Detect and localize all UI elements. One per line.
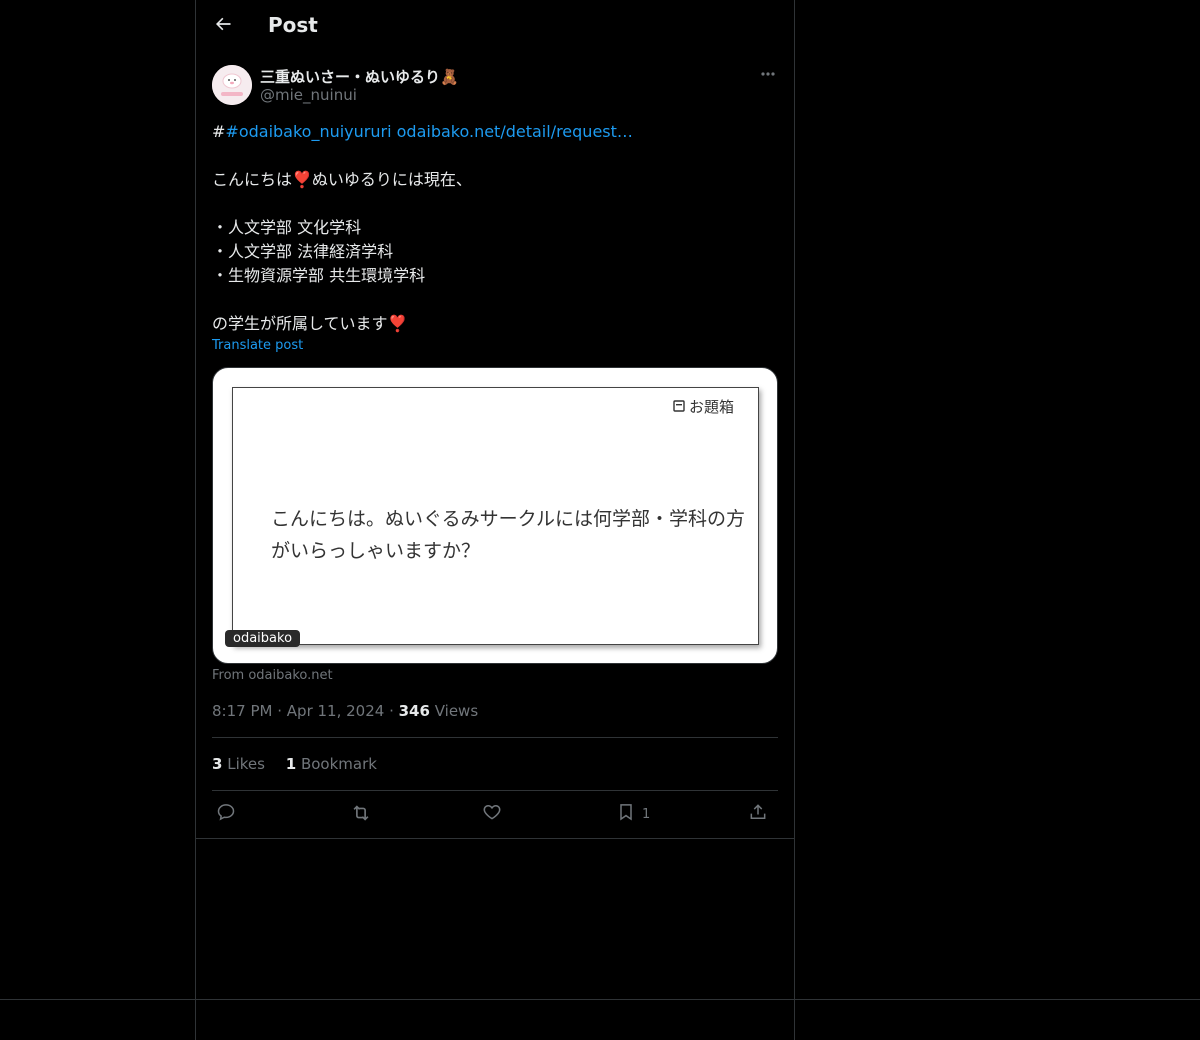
action-bar: 1 [212, 800, 778, 830]
like-button[interactable] [482, 802, 502, 826]
post-stats: 3 Likes 1 Bookmark [212, 755, 393, 773]
card-source[interactable]: From odaibako.net [212, 668, 333, 683]
card-frame: お題箱 こんにちは。ぬいぐるみサークルには何学部・学科の方がいらっしゃいますか？ [232, 387, 759, 645]
header: Post [196, 0, 794, 53]
main-column: Post 三重ぬいさー・ぬいゆるり🧸 @mie_nuinui ##odaibak… [195, 0, 795, 1040]
post-time[interactable]: 8:17 PM [212, 702, 272, 720]
views-label: Views [434, 702, 479, 720]
bookmarks-label: Bookmark [300, 755, 377, 773]
bookmarks-count: 1 [285, 755, 297, 773]
post-line: ・人文学部 法律経済学科 [212, 242, 394, 261]
post-line: こんにちは❣️ぬいゆるりには現在、 [212, 170, 472, 189]
repost-button[interactable] [350, 802, 372, 828]
bottom-divider [0, 999, 1200, 1000]
heart-icon [482, 802, 502, 826]
author-handle[interactable]: @mie_nuinui [260, 86, 357, 104]
reply-icon [216, 802, 236, 826]
meta-separator: · [389, 702, 399, 720]
post-line [212, 144, 778, 168]
share-icon [748, 802, 768, 826]
divider [212, 790, 778, 791]
avatar[interactable] [212, 65, 252, 105]
views-count: 346 [398, 702, 430, 720]
back-button[interactable] [206, 9, 240, 43]
bookmark-icon [616, 802, 636, 826]
divider [196, 838, 794, 839]
post-line: ・生物資源学部 共生環境学科 [212, 266, 426, 285]
box-icon [673, 398, 685, 416]
post-line: ・人文学部 文化学科 [212, 218, 362, 237]
hashtag-link[interactable]: #odaibako_nuiyururi [225, 122, 391, 141]
more-horizontal-icon [760, 66, 776, 86]
post-date[interactable]: Apr 11, 2024 [287, 702, 385, 720]
card-question-text: こんにちは。ぬいぐるみサークルには何学部・学科の方がいらっしゃいますか？ [271, 508, 746, 562]
link-card[interactable]: お題箱 こんにちは。ぬいぐるみサークルには何学部・学科の方がいらっしゃいますか？… [212, 367, 778, 664]
translate-post-link[interactable]: Translate post [212, 338, 303, 353]
divider [212, 737, 778, 738]
author-display-name[interactable]: 三重ぬいさー・ぬいゆるり🧸 [260, 66, 459, 87]
arrow-left-icon [213, 14, 233, 38]
meta-separator: · [277, 702, 287, 720]
hash-prefix: # [212, 122, 226, 141]
likes-count: 3 [212, 755, 223, 773]
post-line [212, 288, 778, 312]
bookmark-button[interactable]: 1 [616, 802, 650, 826]
card-badge: odaibako [225, 630, 301, 647]
bookmarks-stat[interactable]: 1 Bookmark [286, 755, 377, 773]
bookmark-count: 1 [642, 806, 651, 822]
post-line: の学生が所属しています❣️ [212, 314, 408, 333]
repost-icon [350, 802, 372, 828]
url-link[interactable]: odaibako.net/detail/request… [397, 122, 633, 141]
card-label: お題箱 [666, 396, 740, 417]
more-button[interactable] [756, 64, 780, 88]
post-text: ##odaibako_nuiyururi odaibako.net/detail… [212, 120, 778, 336]
page-title: Post [268, 13, 318, 37]
post-meta: 8:17 PM · Apr 11, 2024 · 346 Views [212, 702, 478, 720]
share-button[interactable] [748, 802, 768, 826]
likes-label: Likes [227, 755, 265, 773]
likes-stat[interactable]: 3 Likes [212, 755, 270, 773]
post-line [212, 192, 778, 216]
card-label-text: お題箱 [688, 398, 734, 416]
reply-button[interactable] [216, 802, 236, 826]
